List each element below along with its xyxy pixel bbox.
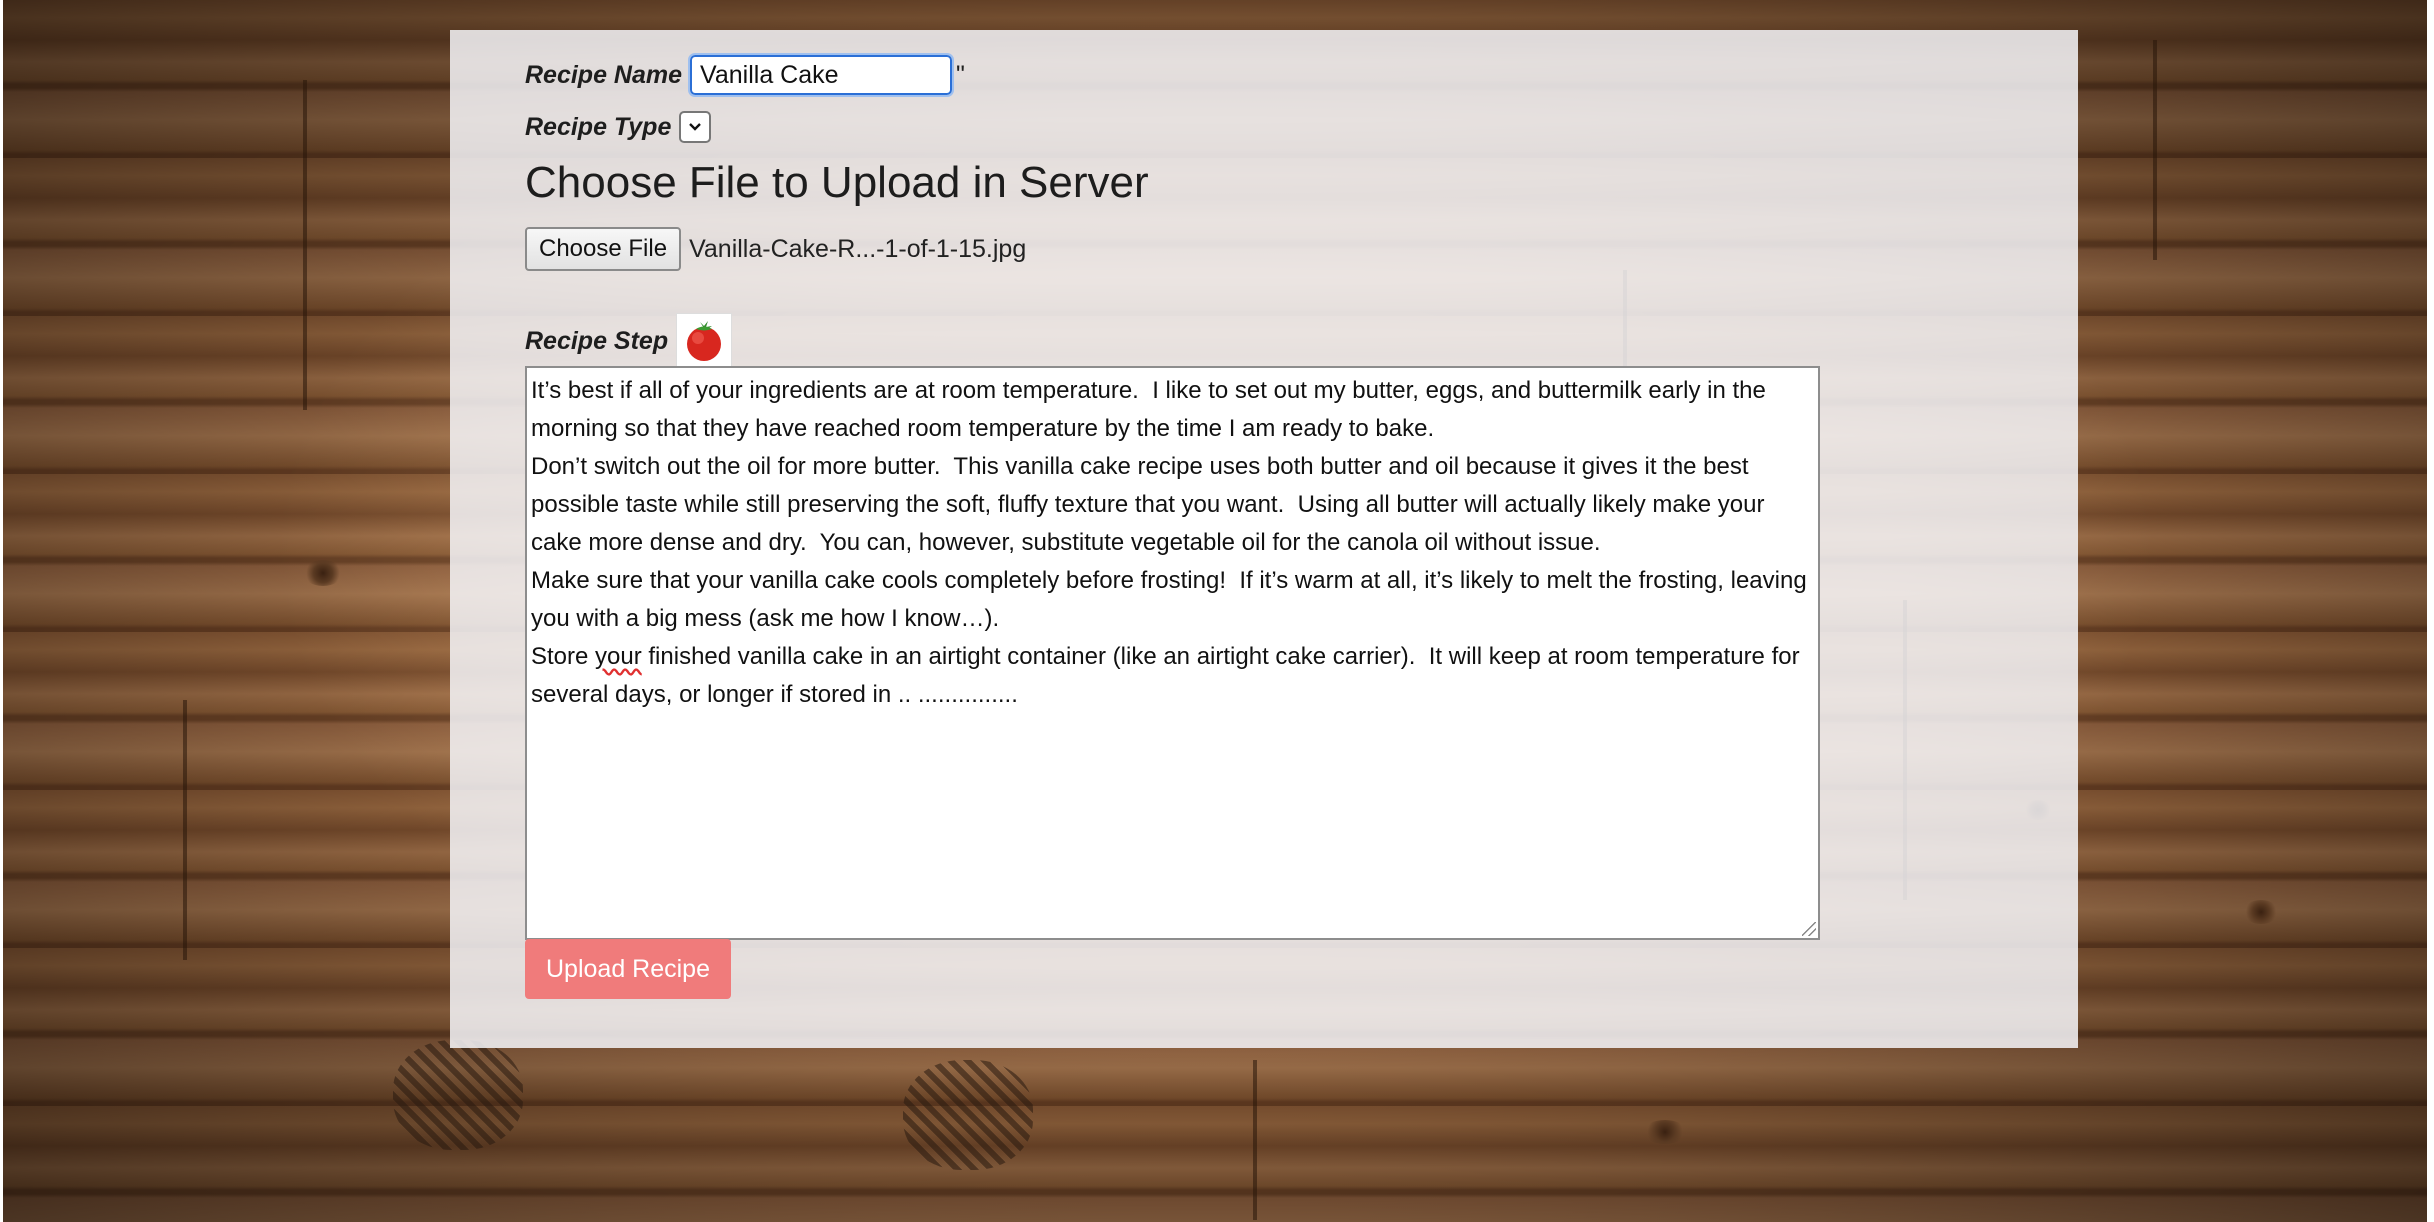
upload-recipe-button[interactable]: Upload Recipe: [525, 939, 731, 999]
recipe-name-input[interactable]: [688, 53, 955, 97]
chevron-down-icon: [689, 123, 702, 131]
recipe-name-label: Recipe Name: [525, 60, 683, 89]
recipe-type-label: Recipe Type: [525, 112, 672, 141]
plank-seam: [183, 700, 187, 960]
recipe-step-row: Recipe Step: [525, 313, 733, 369]
recipe-form-card: Recipe Name " Recipe Type Choose File to…: [450, 30, 2078, 1048]
plank-seam: [2153, 40, 2157, 260]
stray-quote-text: ": [956, 60, 965, 89]
recipe-type-select[interactable]: [679, 111, 712, 143]
upload-heading: Choose File to Upload in Server: [525, 158, 1149, 207]
chosen-file-name: Vanilla-Cake-R...-1-of-1-15.jpg: [689, 234, 1027, 263]
recipe-step-label: Recipe Step: [525, 326, 669, 355]
recipe-step-text-part2: finished vanilla cake in an airtight con…: [531, 643, 1807, 708]
footprint-mark: [393, 1040, 523, 1150]
wood-knot: [2243, 900, 2279, 924]
misspelled-word: your: [595, 643, 642, 670]
plank-seam: [303, 80, 307, 410]
choose-file-button[interactable]: Choose File: [525, 227, 682, 271]
recipe-type-row: Recipe Type: [525, 111, 712, 143]
tomato-icon: [676, 313, 733, 369]
footprint-mark: [903, 1060, 1033, 1170]
wood-knot: [303, 560, 343, 586]
recipe-step-text-part1: It’s best if all of your ingredients are…: [531, 377, 1807, 670]
file-upload-row: Choose File Vanilla-Cake-R...-1-of-1-15.…: [525, 227, 1026, 271]
resize-handle-icon[interactable]: [1802, 922, 1816, 936]
page: Recipe Name " Recipe Type Choose File to…: [0, 0, 2434, 1222]
plank-seam: [1253, 1060, 1257, 1220]
wood-knot: [1643, 1120, 1687, 1144]
recipe-name-row: Recipe Name ": [525, 53, 965, 97]
recipe-step-textarea[interactable]: It’s best if all of your ingredients are…: [525, 366, 1820, 940]
tomato-icon-graphic: [687, 321, 722, 361]
